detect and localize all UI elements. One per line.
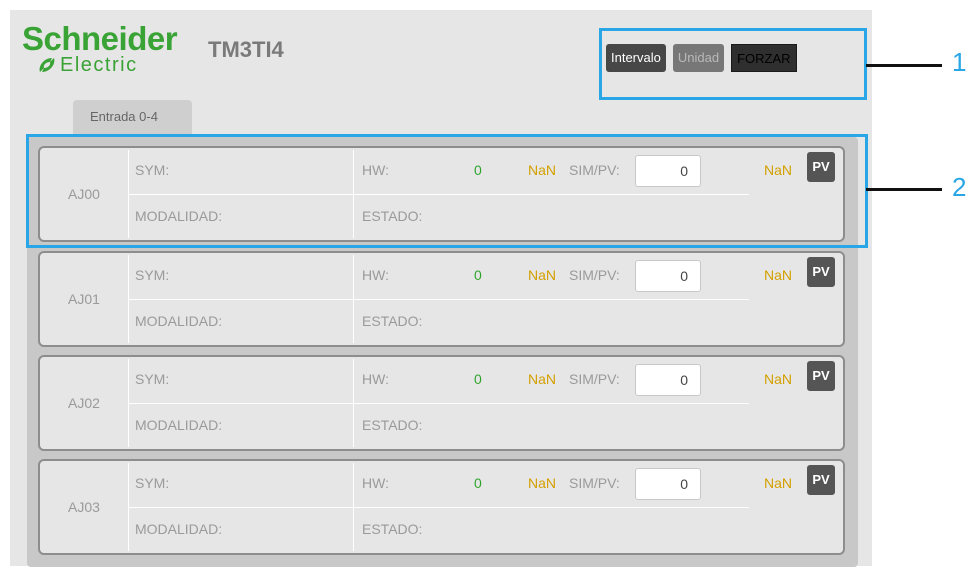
channel-name: AJ02: [68, 395, 100, 411]
schneider-electric-logo: Schneider Electric: [22, 22, 182, 78]
hw-label: HW:: [362, 475, 389, 491]
brand-name: Schneider: [22, 20, 178, 57]
sym-label: SYM:: [135, 475, 170, 491]
hw-nan-value: NaN: [528, 267, 557, 283]
simpv-label: SIM/PV:: [569, 371, 620, 387]
simpv-input[interactable]: [635, 468, 701, 500]
simpv-nan-value: NaN: [764, 475, 793, 491]
hw-value: 0: [474, 475, 482, 491]
tab-entrada[interactable]: Entrada 0-4: [73, 100, 192, 134]
hw-label: HW:: [362, 267, 389, 283]
hw-nan-value: NaN: [528, 371, 557, 387]
pv-button[interactable]: PV: [807, 257, 835, 287]
row-divider: [354, 507, 749, 508]
row-divider: [354, 403, 749, 404]
channel-row: AJ02 SYM: MODALIDAD: HW: ESTADO: 0 NaN SIM/PV: N…: [38, 355, 845, 451]
callout-number-1: 1: [952, 47, 967, 77]
simpv-label: SIM/PV:: [569, 267, 620, 283]
callout-number-2: 2: [952, 172, 967, 202]
estado-label: ESTADO:: [362, 417, 423, 433]
simpv-input[interactable]: [635, 260, 701, 292]
simpv-label: SIM/PV:: [569, 475, 620, 491]
modalidad-label: MODALIDAD:: [135, 521, 223, 537]
channel-row: AJ03 SYM: MODALIDAD: HW: ESTADO: 0 NaN SIM/PV: N…: [38, 459, 845, 555]
row-divider: [129, 507, 353, 508]
row-divider: [354, 299, 749, 300]
channel-name: AJ01: [68, 291, 100, 307]
brand-subname: Electric: [60, 54, 138, 76]
module-title: TM3TI4: [208, 37, 284, 62]
schneider-logo-mark-icon: [39, 58, 55, 72]
callout-leader-1: [866, 64, 942, 67]
channel-row: AJ01 SYM: MODALIDAD: HW: ESTADO: 0 NaN SIM/PV: N…: [38, 251, 845, 347]
channel-name: AJ03: [68, 499, 100, 515]
callout-leader-2: [866, 188, 942, 191]
callout-box-1: [599, 28, 867, 100]
simpv-nan-value: NaN: [764, 371, 793, 387]
pv-button[interactable]: PV: [807, 465, 835, 495]
row-divider: [129, 403, 353, 404]
callout-box-2: [26, 134, 868, 248]
estado-label: ESTADO:: [362, 313, 423, 329]
estado-label: ESTADO:: [362, 521, 423, 537]
sym-label: SYM:: [135, 267, 170, 283]
sym-label: SYM:: [135, 371, 170, 387]
modalidad-label: MODALIDAD:: [135, 313, 223, 329]
hw-label: HW:: [362, 371, 389, 387]
hw-value: 0: [474, 371, 482, 387]
modalidad-label: MODALIDAD:: [135, 417, 223, 433]
row-divider: [129, 299, 353, 300]
pv-button[interactable]: PV: [807, 361, 835, 391]
simpv-nan-value: NaN: [764, 267, 793, 283]
simpv-input[interactable]: [635, 364, 701, 396]
hw-nan-value: NaN: [528, 475, 557, 491]
hw-value: 0: [474, 267, 482, 283]
